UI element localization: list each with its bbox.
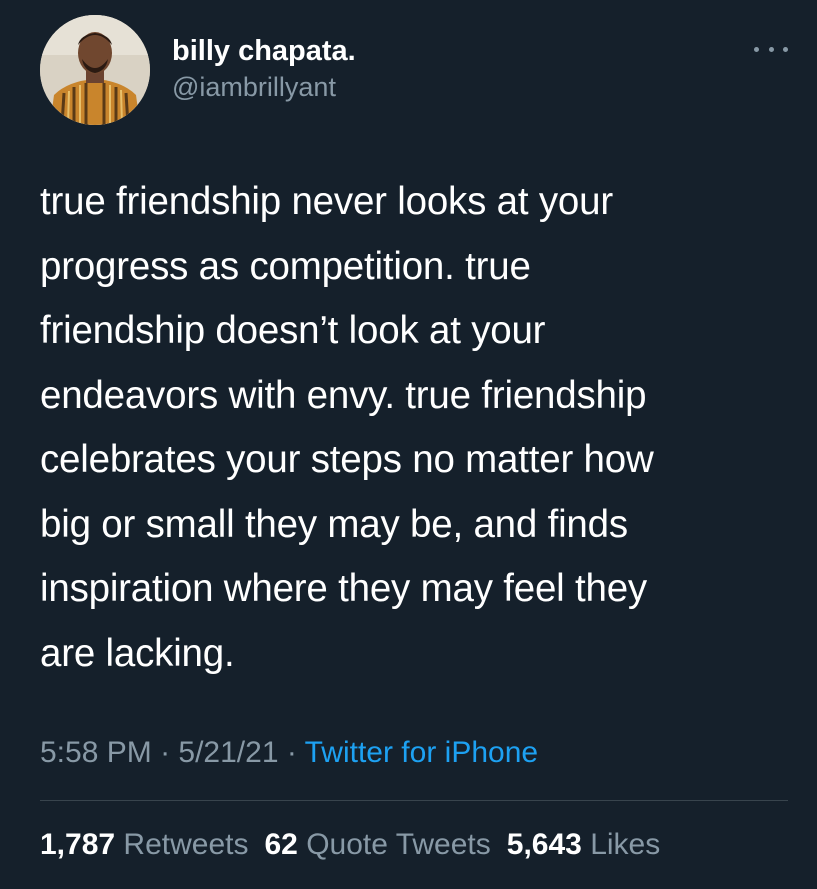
retweets-label: Retweets xyxy=(123,828,249,861)
dot xyxy=(754,46,759,52)
tweet-time[interactable]: 5:58 PM xyxy=(40,736,152,769)
author-handle[interactable]: @iambrillyant xyxy=(172,69,356,105)
dot xyxy=(783,46,788,52)
quote-tweets-stat[interactable]: 62 Quote Tweets xyxy=(264,825,490,865)
meta-separator: · xyxy=(278,736,305,769)
tweet-header: billy chapata. @iambrillyant xyxy=(40,15,790,125)
divider xyxy=(40,800,788,801)
likes-label: Likes xyxy=(590,828,661,861)
tweet-source-link[interactable]: Twitter for iPhone xyxy=(305,736,538,769)
tweet-text: true friendship never looks at your prog… xyxy=(40,180,654,675)
avatar-image xyxy=(40,15,150,125)
tweet-stats: 1,787 Retweets 62 Quote Tweets 5,643 Likes xyxy=(40,825,676,865)
tweet-meta: 5:58 PM · 5/21/21 · Twitter for iPhone xyxy=(40,733,538,773)
author-display-name[interactable]: billy chapata. xyxy=(172,33,356,69)
retweets-count: 1,787 xyxy=(40,828,116,861)
avatar[interactable] xyxy=(40,15,150,125)
tweet-date[interactable]: 5/21/21 xyxy=(178,736,278,769)
tweet-card: billy chapata. @iambrillyant true friend… xyxy=(0,0,817,889)
meta-separator: · xyxy=(151,736,179,769)
likes-count: 5,643 xyxy=(506,828,582,861)
more-horizontal-icon[interactable] xyxy=(754,39,788,59)
retweets-stat[interactable]: 1,787 Retweets xyxy=(40,825,248,865)
author-names: billy chapata. @iambrillyant xyxy=(172,33,356,105)
dot xyxy=(768,46,774,52)
likes-stat[interactable]: 5,643 Likes xyxy=(507,825,660,865)
quote-tweets-label: Quote Tweets xyxy=(306,828,491,861)
quote-tweets-count: 62 xyxy=(264,828,298,861)
